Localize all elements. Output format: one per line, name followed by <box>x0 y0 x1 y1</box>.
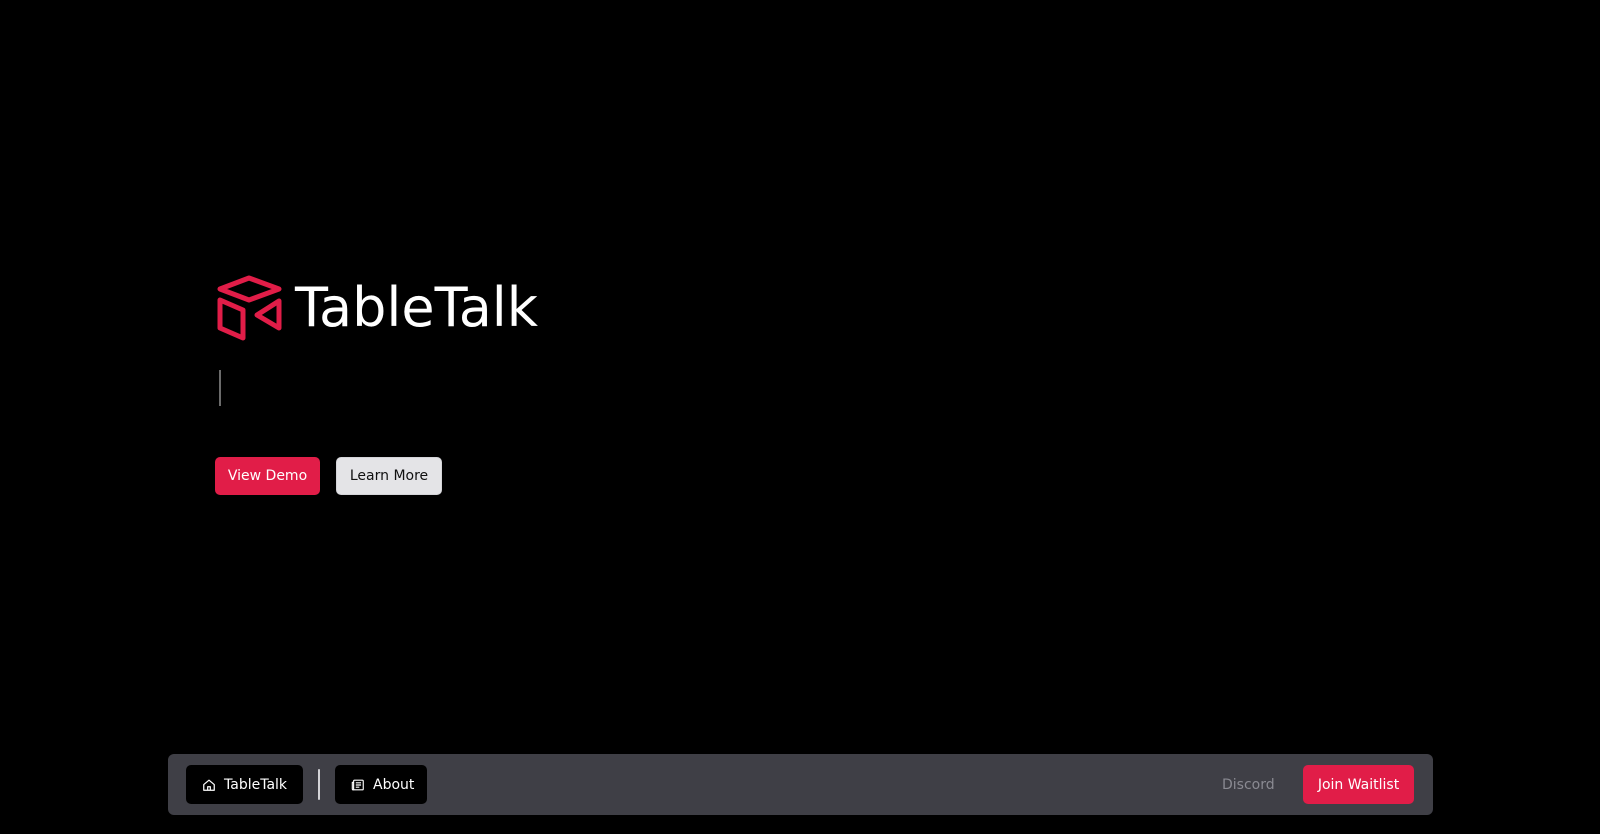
brand: TableTalk <box>215 274 538 342</box>
dock-about-label: About <box>373 776 415 793</box>
dock-about-button[interactable]: About <box>335 765 427 804</box>
dock-home-button[interactable]: TableTalk <box>186 765 303 804</box>
join-waitlist-button[interactable]: Join Waitlist <box>1303 765 1414 804</box>
typing-caret <box>219 370 221 406</box>
view-demo-button[interactable]: View Demo <box>215 457 320 495</box>
learn-more-button[interactable]: Learn More <box>336 457 442 495</box>
hero-actions: View Demo Learn More <box>215 457 442 495</box>
dock-home-label: TableTalk <box>224 776 288 793</box>
page: TableTalk View Demo Learn More TableTalk… <box>0 0 1600 834</box>
open-box-icon <box>217 275 282 341</box>
dock-divider <box>318 769 320 800</box>
newspaper-icon <box>351 779 364 790</box>
bottom-dock: TableTalk About Discord Join Waitlist <box>168 754 1433 815</box>
brand-title: TableTalk <box>295 276 539 339</box>
home-icon <box>203 779 215 791</box>
discord-link[interactable]: Discord <box>1222 765 1275 804</box>
